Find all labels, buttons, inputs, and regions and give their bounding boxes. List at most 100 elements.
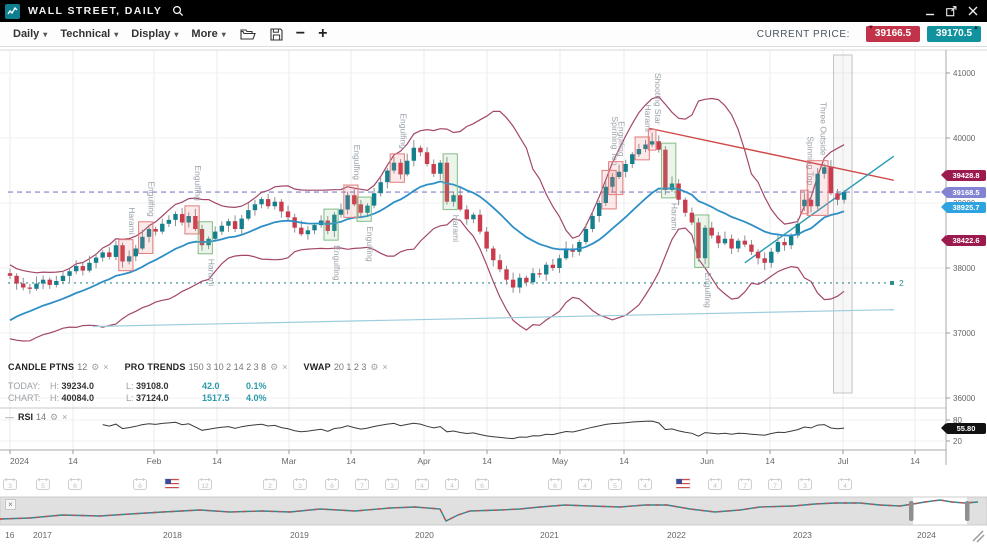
calendar-event-icon[interactable]: 6 [69, 478, 82, 490]
indicator-candle-ptns-params: 12 [77, 362, 87, 372]
calendar-event-icon[interactable]: 4 [709, 478, 722, 490]
pattern-box-harami[interactable] [198, 222, 212, 254]
chart-canvas[interactable]: 2HaramiEngulfingEngulfingHaramiEngulfing… [0, 47, 987, 544]
rsi-name: RSI [18, 412, 33, 422]
rsi-params: 14 [36, 412, 46, 422]
pattern-box-engulfing[interactable] [390, 154, 404, 182]
us-flag-icon[interactable] [676, 479, 690, 489]
today-change-value: 42.0 [202, 380, 246, 392]
us-flag-icon[interactable] [165, 479, 179, 489]
calendar-event-icon[interactable]: 3 [386, 478, 399, 490]
popout-button[interactable] [946, 6, 957, 17]
candle-bear [676, 184, 680, 200]
close-icon[interactable]: × [382, 362, 387, 372]
menu-display[interactable]: Display▾ [131, 28, 178, 40]
pattern-box-shooting-star[interactable] [648, 130, 656, 151]
candle-bear [749, 245, 753, 252]
candle-bear [28, 288, 32, 289]
calendar-event-icon[interactable]: 3 [294, 478, 307, 490]
pattern-box-engulfing[interactable] [357, 197, 371, 221]
zoom-out-button[interactable]: − [296, 26, 305, 42]
pattern-label: Harami [670, 203, 680, 231]
calendar-event-icon[interactable]: 5 [609, 478, 622, 490]
gear-icon[interactable]: ⚙ [50, 412, 58, 422]
calendar-event-icon[interactable]: 4 [416, 478, 429, 490]
calendar-event-icon[interactable]: 6 [326, 478, 339, 490]
menu-technical[interactable]: Technical▾ [60, 28, 118, 40]
time-tick-label: 14 [910, 456, 920, 466]
overview-left-handle[interactable] [909, 501, 914, 521]
zoom-in-button[interactable]: + [318, 26, 327, 42]
overview-track[interactable] [0, 497, 987, 525]
candle-bear [524, 278, 528, 283]
calendar-event-icon[interactable]: 6 [476, 478, 489, 490]
menu-daily-label: Daily [13, 28, 39, 40]
calendar-event-icon[interactable]: 7 [356, 478, 369, 490]
open-folder-icon[interactable] [240, 28, 256, 41]
minimize-button[interactable] [926, 7, 935, 16]
candle-bull [134, 249, 138, 257]
calendar-event-icon[interactable]: 3 [4, 478, 17, 490]
candle-bull [776, 242, 780, 252]
candle-bull [226, 221, 230, 226]
calendar-event-icon[interactable]: 7 [739, 478, 752, 490]
collapse-handle-icon[interactable]: — [5, 412, 14, 422]
save-icon[interactable] [270, 28, 283, 41]
candle-bear [835, 193, 839, 200]
pattern-box-three-outside[interactable] [807, 161, 828, 216]
ask-price-badge[interactable]: 39170.5▲ [927, 26, 981, 42]
menu-daily[interactable]: Daily▾ [13, 28, 47, 40]
pattern-box-harami[interactable] [119, 240, 133, 271]
search-icon[interactable] [172, 5, 184, 17]
chart-area[interactable]: 2HaramiEngulfingEngulfingHaramiEngulfing… [0, 47, 987, 544]
calendar-event-number: 7 [360, 483, 364, 490]
ask-price-value: 39170.5 [936, 28, 972, 39]
gear-icon[interactable]: ⚙ [91, 362, 99, 372]
overview-right-handle[interactable] [965, 501, 970, 521]
gear-icon[interactable]: ⚙ [370, 362, 378, 372]
pattern-box-engulfing[interactable] [695, 215, 709, 267]
calendar-event-icon[interactable]: 4 [839, 478, 852, 490]
pattern-box-engulfing[interactable] [185, 206, 199, 234]
calendar-event-icon[interactable]: 4 [446, 478, 459, 490]
pattern-box-engulfing[interactable] [324, 209, 338, 240]
pattern-label: Engulfing [352, 145, 362, 181]
calendar-event-icon[interactable]: 6 [134, 478, 147, 490]
calendar-event-icon[interactable]: 5 [37, 478, 50, 490]
time-tick-label: Jul [838, 456, 849, 466]
current-price-panel: CURRENT PRICE: ▼39166.5 39170.5▲ [757, 26, 981, 42]
calendar-event-icon[interactable]: 12 [199, 478, 212, 490]
pattern-box-harami[interactable] [662, 143, 676, 198]
candle-bear [21, 284, 25, 288]
pattern-box-harami[interactable] [443, 154, 457, 210]
pattern-box-engulfing[interactable] [609, 162, 623, 195]
chevron-down-icon: ▾ [222, 30, 226, 39]
time-tick-label: 14 [346, 456, 356, 466]
overview-selection[interactable] [913, 498, 967, 525]
gear-icon[interactable]: ⚙ [270, 362, 278, 372]
candle-bull [379, 182, 383, 193]
calendar-event-icon[interactable]: 2 [264, 478, 277, 490]
pattern-box-engulfing[interactable] [139, 222, 153, 254]
candle-bear [829, 167, 833, 193]
pattern-box-engulfing[interactable] [344, 185, 358, 217]
close-icon[interactable]: × [62, 412, 67, 422]
calendar-event-icon[interactable]: 4 [639, 478, 652, 490]
price-badge: 38422.6 [946, 235, 986, 246]
bid-price-badge[interactable]: ▼39166.5 [866, 26, 920, 42]
calendar-event-icon[interactable]: 6 [549, 478, 562, 490]
pattern-box-harami[interactable] [635, 137, 649, 160]
pattern-label: Engulfing [332, 245, 342, 281]
calendar-event-icon[interactable]: 4 [579, 478, 592, 490]
calendar-event-icon[interactable]: 7 [769, 478, 782, 490]
overview-close-button[interactable]: × [5, 499, 16, 510]
indicator-legend: CANDLE PTNS12⚙× PRO TRENDS150 3 10 2 14 … [8, 362, 388, 373]
close-icon[interactable]: × [282, 362, 287, 372]
close-icon[interactable]: × [103, 362, 108, 372]
indicator-vwap: VWAP20 1 2 3⚙× [304, 362, 388, 373]
calendar-event-icon[interactable]: 3 [799, 478, 812, 490]
close-button[interactable] [968, 6, 978, 16]
candle-bull [220, 226, 224, 232]
menu-more[interactable]: More▾ [191, 28, 225, 40]
candle-bear [279, 202, 283, 212]
